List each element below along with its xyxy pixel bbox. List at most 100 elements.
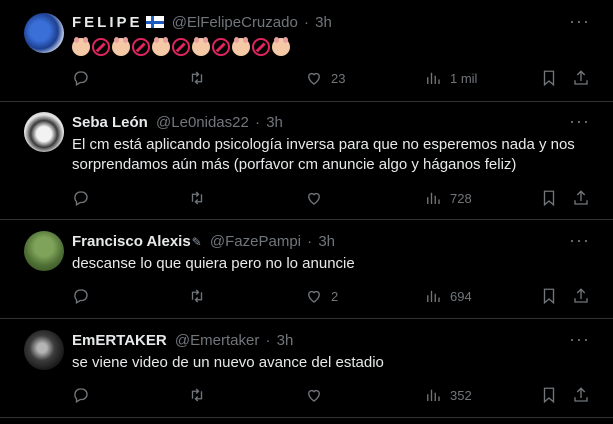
tweet-text: se viene video de un nuevo avance del es…: [72, 354, 384, 371]
bookmark-icon: [543, 288, 555, 305]
share-button[interactable]: [572, 385, 590, 405]
separator: ·: [303, 14, 309, 31]
timeline: FELIPE @ElFelipeCruzado · 3h ··· 23 1 mi…: [0, 0, 613, 424]
timestamp[interactable]: 3h: [315, 14, 332, 31]
prohibited-emoji-icon: [132, 38, 150, 57]
baby-face-emoji-icon: [112, 37, 130, 57]
reply-icon: [74, 289, 88, 304]
tweet[interactable]: EmERTAKER @Emertaker · 3h ··· se viene v…: [0, 319, 613, 418]
share-button[interactable]: [572, 188, 590, 208]
avatar[interactable]: [24, 330, 64, 370]
retweet-button[interactable]: [188, 68, 214, 88]
tweet-actions: 23 1 mil: [72, 68, 592, 88]
tweet-actions: 2 694: [72, 286, 592, 306]
prohibited-emoji-icon: [252, 38, 270, 57]
bookmark-button[interactable]: [540, 68, 558, 88]
bookmark-button[interactable]: [540, 188, 558, 208]
like-button[interactable]: [305, 385, 331, 405]
avatar[interactable]: [24, 112, 64, 152]
separator: ·: [307, 233, 313, 250]
more-icon[interactable]: ···: [569, 231, 589, 255]
display-name[interactable]: EmERTAKER: [72, 332, 167, 349]
bookmark-icon: [543, 190, 555, 207]
like-icon: [308, 192, 320, 205]
like-button[interactable]: [305, 188, 331, 208]
tweet-header: Francisco Alexis✎ @FazePampi · 3h: [72, 233, 335, 250]
timestamp[interactable]: 3h: [318, 233, 335, 250]
reply-button[interactable]: [72, 68, 98, 88]
user-handle[interactable]: @Emertaker: [175, 332, 259, 349]
retweet-button[interactable]: [188, 385, 214, 405]
avatar[interactable]: [24, 231, 64, 271]
tweet-text: [72, 37, 592, 57]
tweet-header: FELIPE @ElFelipeCruzado · 3h: [72, 14, 332, 31]
views-button[interactable]: 694: [424, 286, 472, 306]
display-name[interactable]: FELIPE: [72, 14, 143, 31]
timestamp[interactable]: 3h: [266, 114, 283, 131]
share-icon: [574, 190, 588, 205]
prohibited-emoji-icon: [212, 38, 230, 57]
more-icon[interactable]: ···: [569, 112, 589, 136]
display-name[interactable]: Seba León: [72, 114, 148, 131]
bookmark-button[interactable]: [540, 286, 558, 306]
user-handle[interactable]: @FazePampi: [210, 233, 301, 250]
share-button[interactable]: [572, 286, 590, 306]
more-icon[interactable]: ···: [569, 330, 589, 354]
view-count: 694: [450, 288, 472, 304]
more-icon[interactable]: ···: [569, 12, 589, 36]
views-button[interactable]: 352: [424, 385, 472, 405]
retweet-icon: [191, 71, 203, 85]
separator: ·: [265, 332, 271, 349]
avatar[interactable]: [24, 13, 64, 53]
views-icon: [427, 192, 440, 204]
baby-face-emoji-icon: [232, 37, 250, 57]
user-handle[interactable]: @Le0nidas22: [156, 114, 249, 131]
baby-face-emoji-icon: [272, 37, 290, 57]
baby-face-emoji-icon: [72, 37, 90, 57]
views-button[interactable]: 1 mil: [424, 68, 477, 88]
tweet-text: El cm está aplicando psicología inversa …: [72, 136, 575, 173]
view-count: 352: [450, 387, 472, 403]
user-handle[interactable]: @ElFelipeCruzado: [172, 14, 298, 31]
bookmark-icon: [543, 387, 555, 404]
share-button[interactable]: [572, 68, 590, 88]
reply-button[interactable]: [72, 286, 98, 306]
timestamp[interactable]: 3h: [277, 332, 294, 349]
retweet-icon: [191, 289, 203, 303]
tweet-header: Seba León @Le0nidas22 · 3h: [72, 114, 283, 131]
view-count: 1 mil: [450, 70, 478, 86]
baby-face-emoji-icon: [152, 37, 170, 57]
like-icon: [308, 72, 320, 85]
reply-button[interactable]: [72, 385, 98, 405]
finland-flag-icon: [145, 16, 164, 28]
share-icon: [574, 387, 588, 402]
baby-face-emoji-icon: [192, 37, 210, 57]
retweet-icon: [191, 191, 203, 205]
like-button[interactable]: 23: [305, 68, 345, 88]
retweet-button[interactable]: [188, 286, 214, 306]
tweet-actions: 728: [72, 188, 592, 208]
reply-icon: [74, 71, 88, 86]
views-icon: [427, 72, 440, 84]
reply-button[interactable]: [72, 188, 98, 208]
tweet-text: descanse lo que quiera pero no lo anunci…: [72, 255, 355, 272]
like-count: 2: [331, 288, 339, 304]
tweet[interactable]: Francisco Alexis✎ @FazePampi · 3h ··· de…: [0, 220, 613, 319]
tweet[interactable]: Seba León @Le0nidas22 · 3h ··· El cm est…: [0, 102, 613, 220]
separator: ·: [255, 114, 261, 131]
tweet-actions: 352: [72, 385, 592, 405]
like-button[interactable]: 2: [305, 286, 338, 306]
views-button[interactable]: 728: [424, 188, 472, 208]
reply-icon: [74, 388, 88, 403]
share-icon: [574, 288, 588, 303]
prohibited-emoji-icon: [92, 38, 110, 57]
tweet[interactable]: FELIPE @ElFelipeCruzado · 3h ··· 23 1 mi…: [0, 0, 613, 102]
view-count: 728: [450, 190, 472, 206]
retweet-button[interactable]: [188, 188, 214, 208]
retweet-icon: [191, 388, 203, 402]
bookmark-button[interactable]: [540, 385, 558, 405]
display-name[interactable]: Francisco Alexis: [72, 233, 191, 250]
tweet-header: EmERTAKER @Emertaker · 3h: [72, 332, 293, 349]
like-count: 23: [331, 70, 346, 86]
prohibited-emoji-icon: [172, 38, 190, 57]
